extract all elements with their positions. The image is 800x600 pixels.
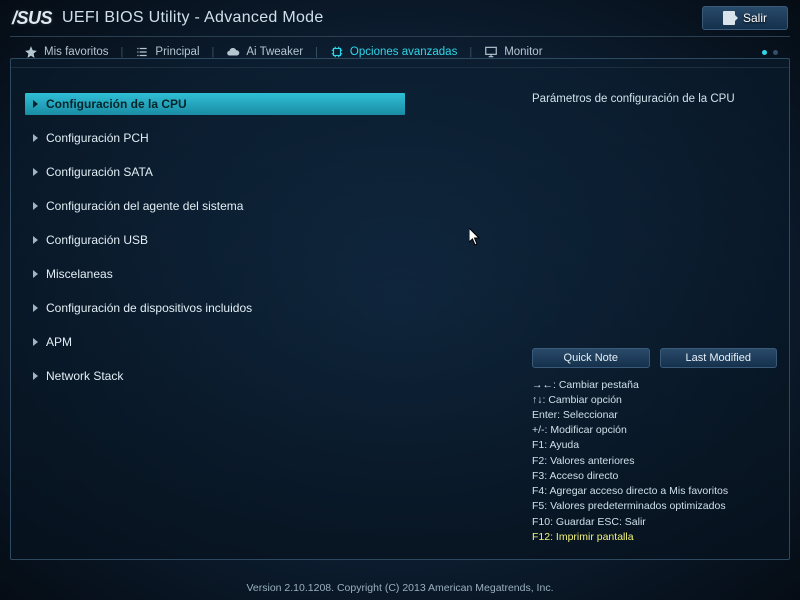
chevron-right-icon	[33, 304, 38, 312]
menu-label: Network Stack	[46, 369, 123, 383]
menu-label: Miscelaneas	[46, 267, 113, 281]
page-dot	[773, 50, 778, 55]
menu-item-apm[interactable]: APM	[25, 331, 405, 353]
tab-label: Mis favoritos	[44, 46, 109, 58]
menu-item-onboard-devices[interactable]: Configuración de dispositivos incluidos	[25, 297, 405, 319]
last-modified-button[interactable]: Last Modified	[660, 348, 778, 368]
menu-item-pch[interactable]: Configuración PCH	[25, 127, 405, 149]
chevron-right-icon	[33, 202, 38, 210]
menu-label: Configuración de la CPU	[46, 97, 187, 111]
chevron-right-icon	[33, 168, 38, 176]
menu-list: Configuración de la CPU Configuración PC…	[25, 93, 405, 399]
menu-label: Configuración del agente del sistema	[46, 199, 243, 213]
info-pane: Parámetros de configuración de la CPU Qu…	[532, 93, 777, 545]
menu-label: Configuración SATA	[46, 165, 153, 179]
help-line: F3: Acceso directo	[532, 469, 777, 484]
brand-logo: /SUS	[12, 8, 52, 29]
page-dot	[762, 50, 767, 55]
header: /SUS UEFI BIOS Utility - Advanced Mode S…	[0, 0, 800, 34]
chevron-right-icon	[33, 270, 38, 278]
exit-button[interactable]: Salir	[702, 6, 788, 30]
menu-item-sata[interactable]: Configuración SATA	[25, 161, 405, 183]
help-line-highlight: F12: Imprimir pantalla	[532, 530, 777, 545]
chevron-right-icon	[33, 134, 38, 142]
help-line: →←: Cambiar pestaña	[532, 378, 777, 393]
menu-label: Configuración de dispositivos incluidos	[46, 301, 252, 315]
help-keys: →←: Cambiar pestaña ↑↓: Cambiar opción E…	[532, 378, 777, 545]
star-icon	[24, 45, 38, 59]
info-title: Parámetros de configuración de la CPU	[532, 93, 777, 105]
help-line: ↑↓: Cambiar opción	[532, 393, 777, 408]
footer-text: Version 2.10.1208. Copyright (C) 2013 Am…	[246, 582, 553, 594]
menu-label: APM	[46, 335, 72, 349]
help-line: F1: Ayuda	[532, 438, 777, 453]
exit-label: Salir	[743, 11, 767, 25]
chevron-right-icon	[33, 100, 38, 108]
main-panel: Configuración de la CPU Configuración PC…	[10, 58, 790, 560]
tab-label: Opciones avanzadas	[350, 46, 457, 58]
menu-item-usb[interactable]: Configuración USB	[25, 229, 405, 251]
footer: Version 2.10.1208. Copyright (C) 2013 Am…	[0, 582, 800, 594]
help-line: F2: Valores anteriores	[532, 454, 777, 469]
menu-label: Configuración PCH	[46, 131, 149, 145]
info-description	[532, 115, 777, 344]
help-line: F5: Valores predeterminados optimizados	[532, 499, 777, 514]
menu-item-misc[interactable]: Miscelaneas	[25, 263, 405, 285]
menu-label: Configuración USB	[46, 233, 148, 247]
help-line: +/-: Modificar opción	[532, 423, 777, 438]
cloud-icon	[226, 45, 240, 59]
menu-item-cpu[interactable]: Configuración de la CPU	[25, 93, 405, 115]
tab-label: Ai Tweaker	[246, 46, 303, 58]
menu-item-network-stack[interactable]: Network Stack	[25, 365, 405, 387]
page-title: UEFI BIOS Utility - Advanced Mode	[62, 9, 324, 27]
chip-icon	[330, 45, 344, 59]
chevron-right-icon	[33, 236, 38, 244]
help-line: F10: Guardar ESC: Salir	[532, 515, 777, 530]
quick-note-button[interactable]: Quick Note	[532, 348, 650, 368]
tab-label: Monitor	[504, 46, 542, 58]
chevron-right-icon	[33, 338, 38, 346]
help-line: Enter: Seleccionar	[532, 408, 777, 423]
help-line: F4: Agregar acceso directo a Mis favorit…	[532, 484, 777, 499]
tab-label: Principal	[155, 46, 199, 58]
list-icon	[135, 45, 149, 59]
monitor-icon	[484, 45, 498, 59]
menu-item-system-agent[interactable]: Configuración del agente del sistema	[25, 195, 405, 217]
page-indicator[interactable]	[762, 50, 784, 55]
exit-icon	[723, 11, 735, 25]
chevron-right-icon	[33, 372, 38, 380]
